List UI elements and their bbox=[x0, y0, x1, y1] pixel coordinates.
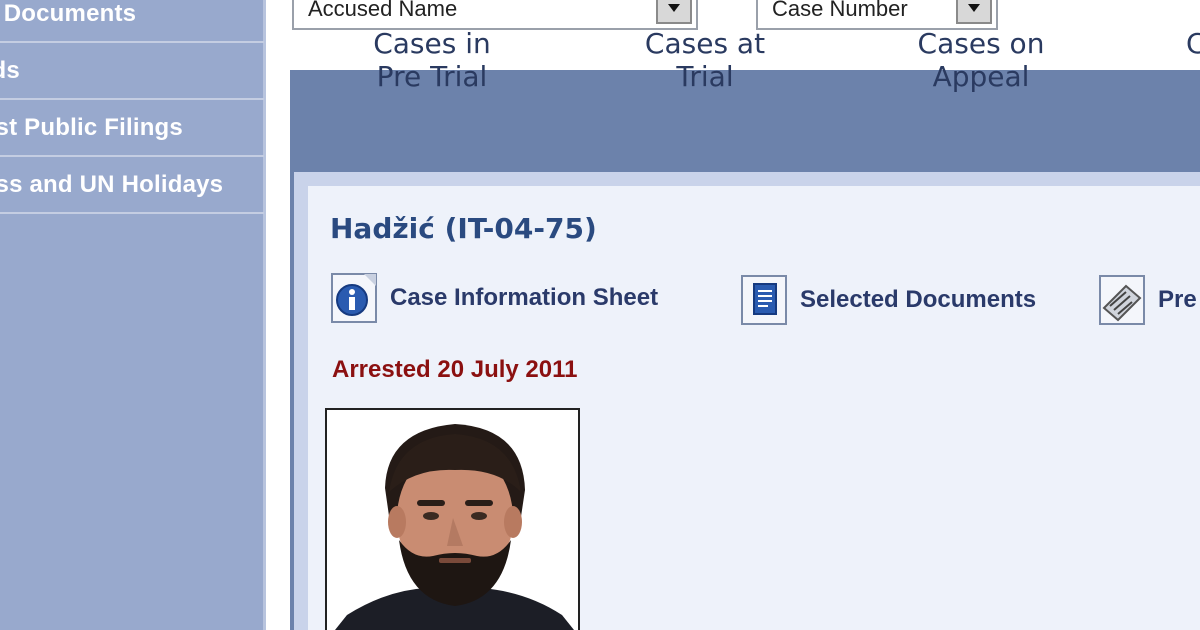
accused-name-select-value: Accused Name bbox=[308, 0, 458, 21]
tab-label-line1: Cases at bbox=[644, 27, 766, 60]
tab-appeal[interactable]: Cases on Appeal bbox=[906, 27, 1056, 93]
tab-label-line2: Pre Trial bbox=[376, 60, 488, 93]
press-link[interactable]: Pre bbox=[1098, 274, 1197, 326]
sidebar: d Documents rds est Public Filings ess a… bbox=[0, 0, 266, 630]
tab-label-line1: C bbox=[1186, 27, 1200, 60]
case-information-sheet-link[interactable]: Case Information Sheet bbox=[330, 272, 658, 324]
tab-label-line2: Appeal bbox=[932, 60, 1030, 93]
info-icon bbox=[330, 272, 378, 324]
case-information-sheet-label: Case Information Sheet bbox=[390, 284, 659, 311]
tab-pre-trial[interactable]: Cases in Pre Trial bbox=[362, 27, 502, 93]
case-number-select-value: Case Number bbox=[772, 0, 908, 21]
press-icon bbox=[1098, 274, 1146, 326]
tab-label-line1: Cases in bbox=[373, 27, 491, 60]
press-label: Pre bbox=[1158, 286, 1197, 313]
sidebar-item-label: ess and UN Holidays bbox=[0, 170, 224, 198]
accused-name-select[interactable]: Accused Name bbox=[292, 0, 698, 30]
sidebar-item-label: est Public Filings bbox=[0, 113, 183, 141]
chevron-down-icon[interactable] bbox=[656, 0, 692, 24]
accused-photo bbox=[325, 408, 580, 630]
document-icon bbox=[740, 274, 788, 326]
selected-documents-label: Selected Documents bbox=[800, 286, 1037, 313]
tab-label-line1: Cases on bbox=[917, 27, 1045, 60]
sidebar-item-holidays[interactable]: ess and UN Holidays bbox=[0, 157, 264, 214]
selected-documents-link[interactable]: Selected Documents bbox=[740, 274, 1036, 326]
sidebar-item-public-filings[interactable]: est Public Filings bbox=[0, 100, 264, 157]
arrest-status: Arrested 20 July 2011 bbox=[332, 356, 578, 383]
case-title: Hadžić (IT-04-75) bbox=[330, 212, 597, 245]
sidebar-item-records[interactable]: rds bbox=[0, 43, 264, 100]
sidebar-item-documents[interactable]: d Documents bbox=[0, 0, 264, 43]
chevron-down-icon[interactable] bbox=[956, 0, 992, 24]
sidebar-item-label: rds bbox=[0, 56, 20, 84]
tab-trial[interactable]: Cases at Trial bbox=[634, 27, 776, 93]
tab-label-line2: Trial bbox=[676, 60, 734, 93]
tab-completed[interactable]: C bbox=[1186, 27, 1200, 60]
sidebar-item-label: d Documents bbox=[0, 0, 137, 27]
case-number-select[interactable]: Case Number bbox=[756, 0, 998, 30]
